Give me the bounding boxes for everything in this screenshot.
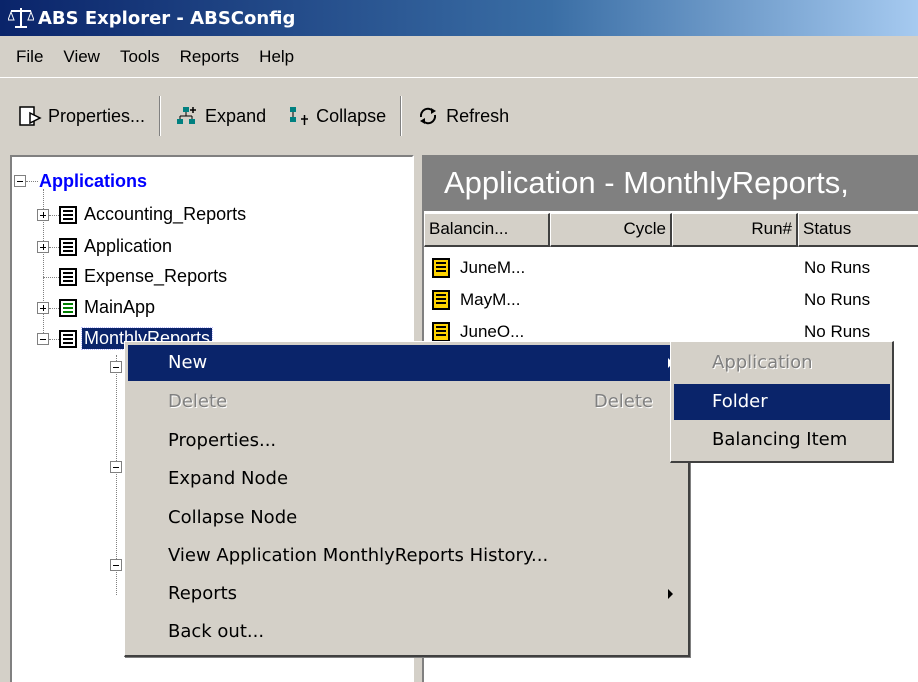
list-row[interactable]: MayM... No Runs (430, 285, 910, 315)
row-name: JuneM... (460, 258, 526, 277)
tree-line (49, 339, 59, 340)
balancing-item-icon (432, 258, 450, 278)
expand-icon (177, 107, 197, 124)
toolbar: Properties... Expand Collapse Refresh (0, 88, 918, 144)
refresh-button[interactable]: Refresh (406, 95, 519, 137)
collapse-toggle[interactable] (110, 361, 122, 373)
menu-item-properties[interactable]: Properties... (128, 423, 685, 459)
column-header-run[interactable]: Run# (672, 213, 798, 247)
submenu-item-balancing-item[interactable]: Balancing Item (674, 422, 890, 458)
collapse-label: Collapse (316, 105, 387, 126)
menu-item-label: Reports (168, 583, 238, 604)
properties-button[interactable]: Properties... (8, 95, 155, 137)
scales-icon (8, 8, 34, 28)
tree-line (49, 308, 59, 309)
collapse-toggle[interactable] (110, 559, 122, 571)
tree-root-applications[interactable]: Applications (39, 171, 147, 192)
list-row[interactable]: JuneM... No Runs (430, 253, 910, 283)
expand-toggle[interactable] (37, 241, 49, 253)
collapse-toggle[interactable] (37, 333, 49, 345)
balancing-item-icon (432, 322, 450, 342)
new-submenu: Application Folder Balancing Item (670, 341, 894, 463)
tree-line (49, 215, 59, 216)
menu-item-view-history[interactable]: View Application MonthlyReports History.… (128, 538, 685, 574)
menu-item-label: Delete (168, 391, 228, 412)
expand-button[interactable]: Expand (165, 95, 276, 137)
collapse-toggle[interactable] (110, 461, 122, 473)
list-header-title: Application - MonthlyReports, (424, 157, 918, 211)
toolbar-separator (400, 96, 403, 136)
menu-item-shortcut: Delete (593, 391, 653, 412)
column-header-status[interactable]: Status (798, 213, 918, 247)
menu-tools[interactable]: Tools (110, 47, 170, 67)
menu-item-new[interactable]: New (128, 345, 685, 381)
menu-file[interactable]: File (6, 47, 53, 67)
application-active-icon (59, 299, 77, 317)
application-icon (59, 330, 77, 348)
menu-item-back-out[interactable]: Back out... (128, 614, 685, 650)
menu-reports[interactable]: Reports (170, 47, 250, 67)
refresh-label: Refresh (446, 105, 510, 126)
toolbar-separator (159, 96, 162, 136)
menu-item-reports[interactable]: Reports (128, 576, 685, 612)
tree-line (49, 247, 59, 248)
row-name: JuneO... (460, 322, 525, 341)
balancing-item-icon (432, 290, 450, 310)
properties-label: Properties... (48, 105, 146, 126)
application-icon (59, 238, 77, 256)
application-icon (59, 268, 77, 286)
tree-item-application[interactable]: Application (84, 236, 172, 257)
tree-item-expense-reports[interactable]: Expense_Reports (84, 266, 227, 287)
column-header-cycle[interactable]: Cycle (550, 213, 672, 247)
collapse-toggle[interactable] (14, 175, 26, 187)
properties-icon (19, 106, 42, 126)
menu-item-label: New (168, 352, 208, 373)
expand-toggle[interactable] (37, 209, 49, 221)
menu-item-collapse-node[interactable]: Collapse Node (128, 500, 685, 536)
column-header-balancing[interactable]: Balancin... (424, 213, 550, 247)
menu-bar: File View Tools Reports Help (0, 36, 918, 78)
collapse-button[interactable]: Collapse (276, 95, 396, 137)
application-icon (59, 206, 77, 224)
tree-line (26, 181, 38, 182)
row-status: No Runs (804, 322, 871, 341)
tree-item-accounting-reports[interactable]: Accounting_Reports (84, 204, 246, 225)
tree-item-mainapp[interactable]: MainApp (84, 297, 155, 318)
menu-view[interactable]: View (53, 47, 110, 67)
expand-label: Expand (205, 105, 267, 126)
expand-toggle[interactable] (37, 302, 49, 314)
title-bar[interactable]: ABS Explorer - ABSConfig (0, 0, 918, 36)
menu-item-expand-node[interactable]: Expand Node (128, 461, 685, 497)
submenu-item-application[interactable]: Application (674, 345, 890, 381)
collapse-icon (290, 107, 309, 125)
menu-item-delete[interactable]: Delete Delete (128, 384, 685, 420)
tree-line (43, 277, 59, 278)
window-title: ABS Explorer - ABSConfig (38, 7, 296, 29)
submenu-arrow-icon (668, 589, 673, 599)
context-menu: New Delete Delete Properties... Expand N… (124, 341, 690, 657)
row-name: MayM... (460, 290, 521, 309)
menu-help[interactable]: Help (249, 47, 304, 67)
row-status: No Runs (804, 258, 871, 277)
row-status: No Runs (804, 290, 871, 309)
submenu-item-folder[interactable]: Folder (674, 384, 890, 420)
column-headers: Balancin... Cycle Run# Status (424, 213, 918, 247)
refresh-icon (420, 107, 437, 125)
